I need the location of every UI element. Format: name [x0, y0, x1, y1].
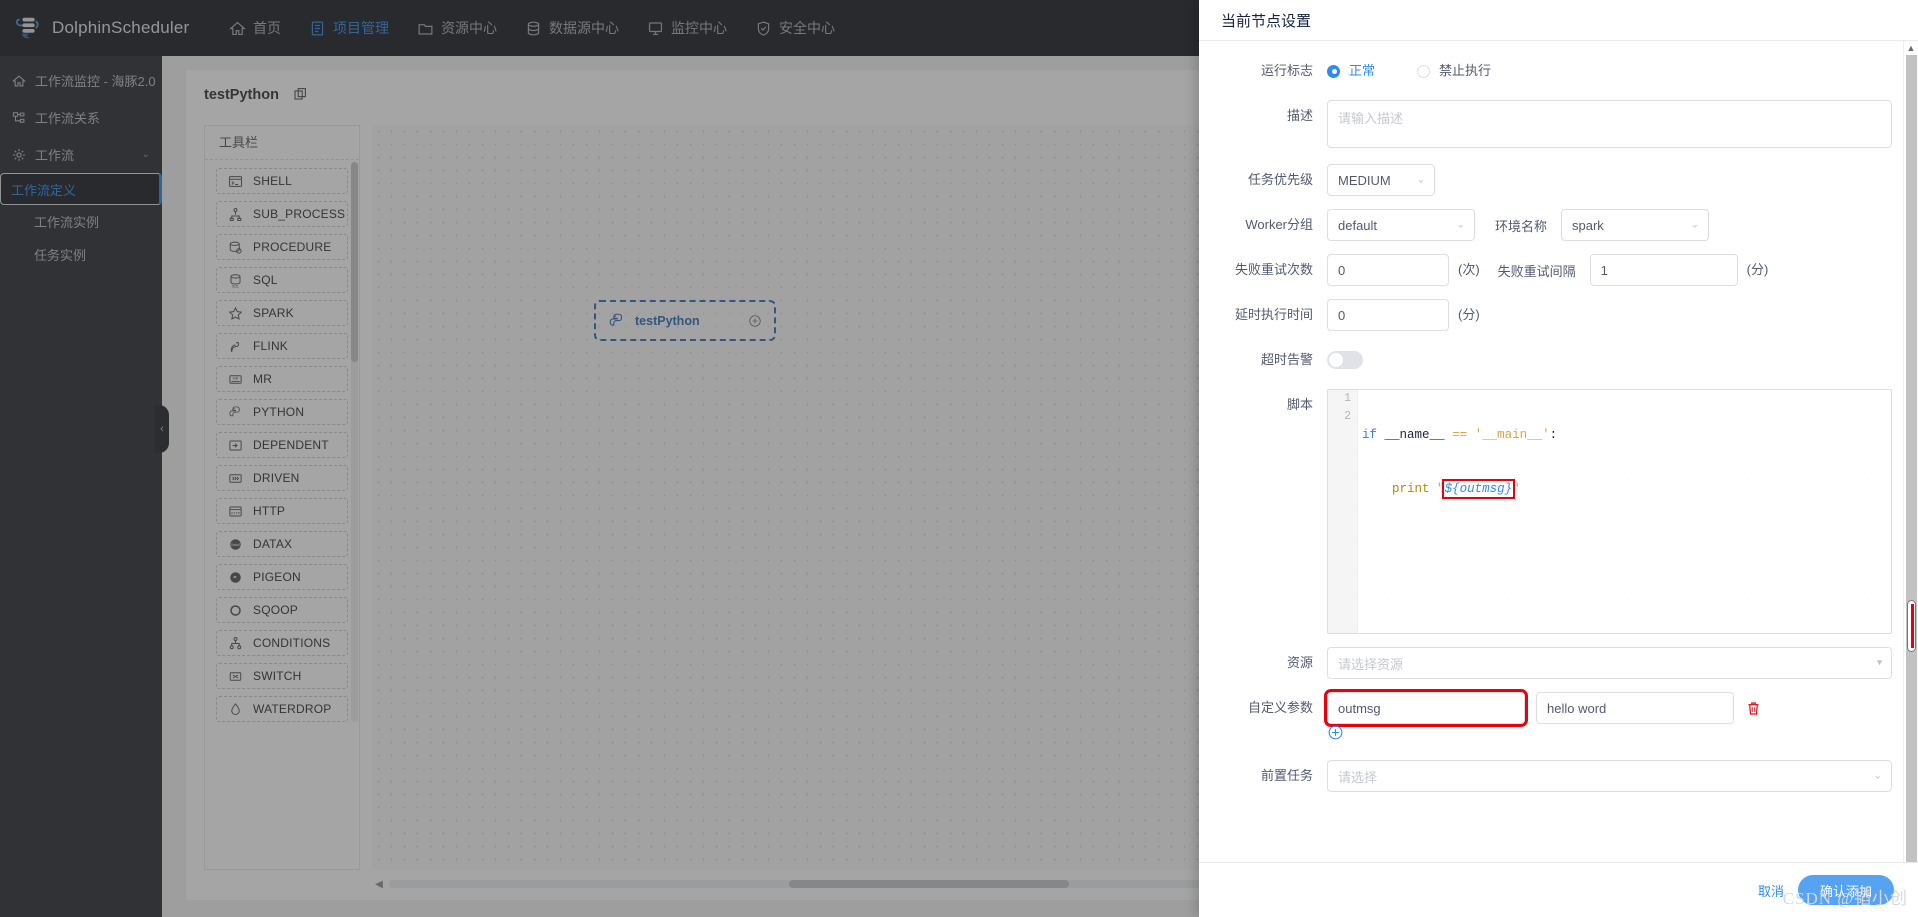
custom-param-value-input[interactable] — [1536, 692, 1734, 724]
retry-interval-input[interactable] — [1589, 254, 1738, 286]
editor-code[interactable]: if __name__ == '__main__': print "${outm… — [1362, 390, 1891, 534]
chevron-down-icon: ⌄ — [1873, 770, 1882, 782]
worker-group-select[interactable]: default ⌄ — [1327, 209, 1475, 241]
field-label: 失败重试次数 — [1234, 262, 1313, 277]
field-retry-row: 失败重试次数 (次) 失败重试间隔 (分) — [1199, 254, 1918, 286]
field-task-priority: 任务优先级 MEDIUM ⌄ — [1199, 164, 1918, 196]
radio-run-forbidden[interactable] — [1417, 64, 1431, 78]
environment-label: 环境名称 — [1494, 218, 1547, 234]
field-resource: 资源 请选择资源 ▾ — [1199, 647, 1918, 679]
confirm-add-button[interactable]: 确认添加 — [1797, 875, 1894, 905]
trash-icon[interactable] — [1745, 700, 1762, 717]
field-worker-group-row: Worker分组 default ⌄ 环境名称 spark ⌄ — [1199, 209, 1918, 241]
chevron-down-icon: ⌄ — [1690, 219, 1699, 231]
node-settings-drawer: 当前节点设置 运行标志 正常 禁止执行 描述 任 — [1199, 0, 1918, 917]
code-line-1: if __name__ == '__main__': — [1362, 428, 1558, 442]
field-pre-tasks: 前置任务 请选择 ⌄ — [1199, 760, 1918, 792]
select-value: spark — [1572, 217, 1604, 233]
drawer-scrollbar[interactable]: ▲ — [1903, 41, 1918, 862]
editor-gutter: 1 2 — [1328, 390, 1358, 633]
field-delay-time: 延时执行时间 (分) — [1199, 299, 1918, 331]
field-label: 描述 — [1286, 108, 1313, 123]
custom-param-key-input[interactable] — [1327, 692, 1525, 724]
field-label: 延时执行时间 — [1234, 307, 1313, 322]
custom-param-row — [1327, 692, 1892, 724]
drawer-title: 当前节点设置 — [1221, 12, 1312, 30]
highlighted-variable-token: ${outmsg} — [1441, 479, 1516, 499]
radio-label-forbidden[interactable]: 禁止执行 — [1439, 55, 1491, 87]
drawer-scroll-track[interactable] — [1906, 55, 1917, 862]
field-label: Worker分组 — [1245, 217, 1313, 232]
drawer-scroll-thumb[interactable] — [1907, 600, 1916, 652]
timeout-alarm-toggle[interactable] — [1327, 351, 1363, 369]
environment-select[interactable]: spark ⌄ — [1561, 209, 1709, 241]
field-label: 脚本 — [1286, 397, 1313, 412]
field-label: 自定义参数 — [1247, 700, 1313, 715]
code-line-2: print "${outmsg}" — [1392, 479, 1520, 499]
radio-run-normal[interactable] — [1327, 64, 1340, 78]
chevron-down-icon: ⌄ — [1456, 219, 1465, 231]
field-custom-params: 自定义参数 — [1199, 692, 1918, 744]
scroll-up-arrow-icon[interactable]: ▲ — [1904, 41, 1918, 55]
select-value: default — [1338, 217, 1378, 233]
field-timeout-alarm: 超时告警 — [1199, 344, 1918, 376]
resource-select[interactable]: 请选择资源 ▾ — [1327, 647, 1892, 679]
script-code-editor[interactable]: 1 2 if __name__ == '__main__': print "${… — [1327, 389, 1892, 634]
line-number: 2 — [1344, 410, 1351, 423]
retry-interval-label: 失败重试间隔 — [1497, 263, 1576, 279]
line-number: 1 — [1344, 392, 1351, 405]
field-label: 超时告警 — [1260, 352, 1313, 367]
description-textarea[interactable] — [1327, 100, 1892, 148]
radio-label-normal[interactable]: 正常 — [1349, 55, 1375, 87]
retry-interval-suffix: (分) — [1746, 262, 1769, 277]
retry-times-input[interactable] — [1327, 254, 1449, 286]
drawer-body: 运行标志 正常 禁止执行 描述 任务优先级 — [1199, 41, 1918, 862]
delay-time-input[interactable] — [1327, 299, 1449, 331]
cancel-button[interactable]: 取消 — [1758, 881, 1784, 900]
select-placeholder: 请选择 — [1338, 769, 1378, 785]
select-value: MEDIUM — [1338, 172, 1391, 188]
chevron-down-icon: ⌄ — [1416, 174, 1425, 186]
field-label: 前置任务 — [1260, 768, 1313, 783]
field-label: 任务优先级 — [1247, 172, 1313, 187]
modal-overlay[interactable] — [0, 0, 1199, 917]
select-placeholder: 请选择资源 — [1338, 656, 1404, 672]
chevron-down-icon: ▾ — [1876, 657, 1882, 669]
field-label: 资源 — [1286, 655, 1313, 670]
retry-times-suffix: (次) — [1458, 262, 1480, 277]
field-run-flag: 运行标志 正常 禁止执行 — [1199, 55, 1918, 87]
delay-time-suffix: (分) — [1458, 307, 1480, 322]
field-script: 脚本 1 2 if __name__ == '__main__': print … — [1199, 389, 1918, 634]
field-description: 描述 — [1199, 100, 1918, 151]
task-priority-select[interactable]: MEDIUM ⌄ — [1327, 164, 1435, 196]
add-custom-param-button[interactable] — [1327, 725, 1344, 744]
pre-tasks-select[interactable]: 请选择 ⌄ — [1327, 760, 1892, 792]
drawer-header: 当前节点设置 — [1199, 0, 1918, 41]
field-label: 运行标志 — [1260, 63, 1313, 78]
drawer-footer: 取消 确认添加 — [1199, 862, 1918, 917]
